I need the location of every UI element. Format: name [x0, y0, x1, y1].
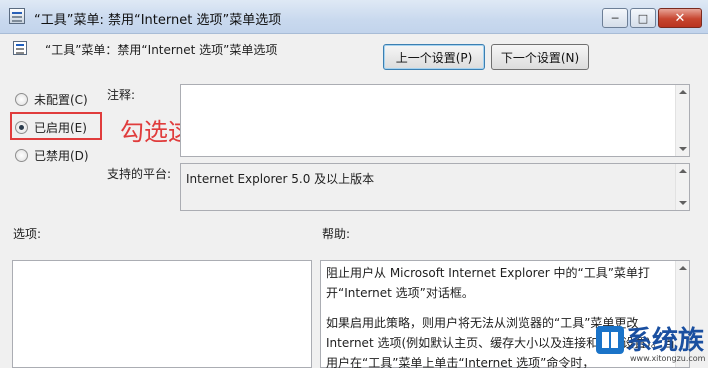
minimize-icon: ─ [611, 11, 619, 25]
scroll-up-icon[interactable] [679, 90, 687, 94]
close-button[interactable]: ✕ [658, 8, 702, 28]
watermark: 系统族 www.xitongzu.com [592, 314, 708, 368]
help-paragraph: 阻止用户从 Microsoft Internet Explorer 中的“工具”… [326, 266, 650, 300]
close-icon: ✕ [674, 10, 686, 26]
radio-button[interactable] [15, 149, 28, 162]
platform-scrollbar[interactable] [675, 164, 689, 210]
options-panel [12, 260, 312, 368]
scroll-up-icon[interactable] [679, 169, 687, 173]
platform-field: Internet Explorer 5.0 及以上版本 [180, 163, 690, 211]
policy-name: “工具”菜单：禁用“Internet 选项”菜单选项 [45, 43, 278, 57]
comment-textarea[interactable] [180, 84, 690, 157]
radio-not-configured[interactable]: 未配置(C) [15, 91, 88, 108]
watermark-brand: 系统族 [626, 326, 705, 356]
radio-label: 已禁用(D) [34, 149, 89, 163]
scroll-up-icon[interactable] [679, 266, 687, 270]
scroll-down-icon[interactable] [679, 147, 687, 151]
policy-setting-icon [13, 41, 27, 55]
radio-label: 未配置(C) [34, 93, 88, 107]
next-setting-button[interactable]: 下一个设置(N) [491, 44, 589, 70]
radio-button[interactable] [15, 93, 28, 106]
annotation-highlight-box [10, 112, 102, 140]
comment-label: 注释: [107, 88, 136, 102]
platform-label: 支持的平台: [107, 167, 172, 181]
minimize-button[interactable]: ─ [602, 8, 628, 28]
options-label: 选项: [13, 227, 42, 241]
comment-scrollbar[interactable] [675, 85, 689, 156]
window-title: “工具”菜单: 禁用“Internet 选项”菜单选项 [34, 13, 282, 28]
radio-disabled[interactable]: 已禁用(D) [15, 147, 89, 164]
policy-editor-icon [9, 8, 25, 24]
title-bar: “工具”菜单: 禁用“Internet 选项”菜单选项 ─ □ ✕ [0, 0, 708, 34]
watermark-url: www.xitongzu.com [630, 354, 706, 363]
help-label: 帮助: [322, 227, 351, 241]
maximize-icon: □ [637, 11, 649, 25]
platform-value: Internet Explorer 5.0 及以上版本 [186, 172, 375, 186]
previous-setting-button[interactable]: 上一个设置(P) [383, 44, 485, 70]
watermark-logo-icon [596, 326, 624, 354]
scroll-down-icon[interactable] [679, 201, 687, 205]
maximize-button[interactable]: □ [630, 8, 656, 28]
